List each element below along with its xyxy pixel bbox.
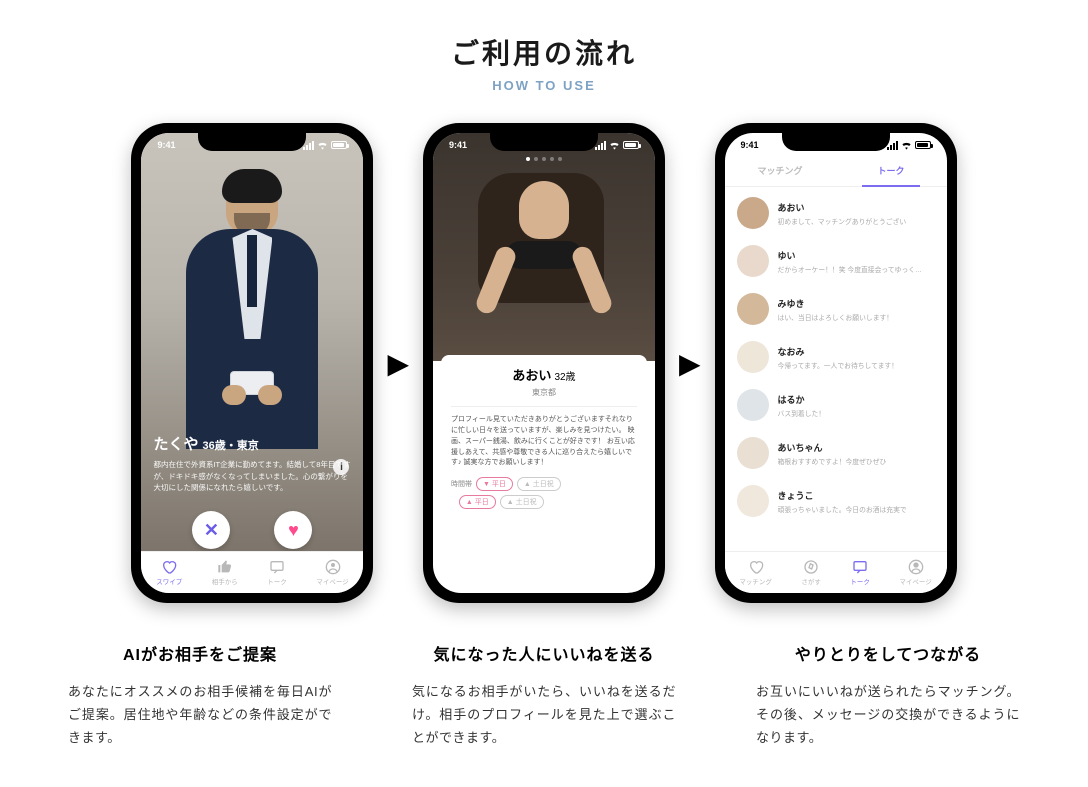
chat-icon: [269, 559, 285, 575]
like-button[interactable]: ♥: [274, 511, 312, 549]
tab-talk[interactable]: トーク: [850, 559, 870, 586]
profile-location: 東京都: [451, 387, 637, 398]
step-3: やりとりをしてつながる お互いにいいねが送られたらマッチング。その後、メッセージ…: [756, 641, 1020, 749]
chat-name: あいちゃん: [778, 441, 935, 454]
heart-icon: [161, 559, 177, 575]
phone-mockup-2: 9:41 あおい32歳 東京都 プロフィール見ていただきありがとうございますそれ…: [423, 123, 665, 603]
bottom-nav: スワイプ 相手から トーク マイページ: [141, 551, 363, 593]
step-2: 気になった人にいいねを送る 気になるお相手がいたら、いいねを送るだけ。相手のプロ…: [412, 641, 676, 749]
tag-row: 時間帯 ▼ 平日 ▲ 土日祝: [451, 477, 637, 491]
page-title: ご利用の流れ: [50, 32, 1038, 72]
avatar: [737, 437, 769, 469]
step-body: お互いにいいねが送られたらマッチング。その後、メッセージの交換ができるようになり…: [756, 681, 1020, 749]
chat-preview: 頑張っちゃいました。今日のお酒は充実で: [778, 504, 935, 514]
chat-preview: 箱根おすすめですよ！今度ぜひぜひ: [778, 456, 935, 466]
chat-name: なおみ: [778, 345, 935, 358]
chat-name: ゆい: [778, 249, 935, 262]
step-title: やりとりをしてつながる: [756, 641, 1020, 665]
arrow-icon: ▶: [387, 347, 409, 380]
chat-preview: はい、当日はよろしくお願いします！: [778, 312, 935, 322]
reject-button[interactable]: ✕: [192, 511, 230, 549]
profile-age: 32歳: [554, 372, 575, 383]
step-body: あなたにオススメのお相手候補を毎日AIがご提案。居住地や年齢などの条件設定ができ…: [68, 681, 332, 749]
wifi-icon: [609, 141, 620, 150]
chat-icon: [852, 559, 868, 575]
chat-preview: 今帰ってます。一人でお待ちしてます！: [778, 360, 935, 370]
chat-list: あおい初めまして、マッチングありがとうございゆいだからオーケー！！笑 今度直接会…: [725, 189, 947, 551]
compass-icon: [803, 559, 819, 575]
chat-item[interactable]: きょうこ頑張っちゃいました。今日のお酒は充実で: [725, 477, 947, 525]
tab-from[interactable]: 相手から: [212, 559, 238, 586]
status-time: 9:41: [741, 140, 759, 150]
step-1: AIがお相手をご提案 あなたにオススメのお相手候補を毎日AIがご提案。居住地や年…: [68, 641, 332, 749]
bottom-nav: マッチング さがす トーク マイページ: [725, 551, 947, 593]
chat-name: はるか: [778, 393, 935, 406]
tag-chip[interactable]: ▲ 土日祝: [517, 477, 561, 491]
avatar: [737, 245, 769, 277]
avatar: [737, 485, 769, 517]
tag-chip[interactable]: ▼ 平日: [476, 477, 513, 491]
tag-chip[interactable]: ▲ 平日: [459, 495, 496, 509]
chat-item[interactable]: なおみ今帰ってます。一人でお待ちしてます！: [725, 333, 947, 381]
chat-name: みゆき: [778, 297, 935, 310]
profile-bio: 都内在住で外資系IT企業に勤めてます。結婚して8年目ですが、ドキドキ感がなくなっ…: [153, 459, 351, 493]
avatar: [737, 197, 769, 229]
profile-photo[interactable]: [433, 133, 655, 361]
status-time: 9:41: [449, 140, 467, 150]
avatar: [737, 389, 769, 421]
chat-item[interactable]: はるかバス到着した！: [725, 381, 947, 429]
chat-preview: だからオーケー！！笑 今度直接会ってゆっく…: [778, 264, 935, 274]
heart-icon: [748, 559, 764, 575]
avatar: [737, 341, 769, 373]
wifi-icon: [317, 141, 328, 150]
chat-preview: 初めまして、マッチングありがとうござい: [778, 216, 935, 226]
tab-talk[interactable]: トーク: [267, 559, 287, 586]
tab-mypage[interactable]: マイページ: [316, 559, 348, 586]
avatar: [737, 293, 769, 325]
tab-matching[interactable]: マッチング: [739, 559, 772, 586]
step-title: AIがお相手をご提案: [68, 641, 332, 665]
wifi-icon: [901, 141, 912, 150]
profile-bio: プロフィール見ていただきありがとうございますそれなりに忙しい日々を送っていますが…: [451, 406, 637, 469]
chat-name: あおい: [778, 201, 935, 214]
tag-label: 時間帯: [451, 479, 472, 489]
profile-name: たくや: [153, 436, 198, 453]
user-icon: [325, 559, 341, 575]
chat-preview: バス到着した！: [778, 408, 935, 418]
step-title: 気になった人にいいねを送る: [412, 641, 676, 665]
tab-swipe[interactable]: スワイプ: [156, 559, 182, 586]
step-body: 気になるお相手がいたら、いいねを送るだけ。相手のプロフィールを見た上で選ぶことが…: [412, 681, 676, 749]
chat-name: きょうこ: [778, 489, 935, 502]
profile-name: あおい: [512, 368, 551, 383]
status-time: 9:41: [157, 140, 175, 150]
phone-mockup-1: 9:41 たくや 36歳・東京 都内在住で外資系IT企業に勤めてます。結婚して8年…: [131, 123, 373, 603]
thumb-icon: [217, 559, 233, 575]
user-icon: [908, 559, 924, 575]
photo-pager-dots: [526, 157, 562, 161]
top-tab-talk[interactable]: トーク: [836, 157, 947, 186]
arrow-icon: ▶: [679, 347, 701, 380]
tab-mypage[interactable]: マイページ: [899, 559, 931, 586]
tag-chip[interactable]: ▲ 土日祝: [500, 495, 544, 509]
phone-mockup-3: 9:41 マッチング トーク あおい初めまして、マッチングありがとうございゆいだ…: [715, 123, 957, 603]
chat-item[interactable]: あおい初めまして、マッチングありがとうござい: [725, 189, 947, 237]
tab-search[interactable]: さがす: [801, 559, 821, 586]
chat-item[interactable]: あいちゃん箱根おすすめですよ！今度ぜひぜひ: [725, 429, 947, 477]
chat-item[interactable]: みゆきはい、当日はよろしくお願いします！: [725, 285, 947, 333]
profile-meta: 36歳・東京: [202, 440, 258, 452]
chat-item[interactable]: ゆいだからオーケー！！笑 今度直接会ってゆっく…: [725, 237, 947, 285]
page-subtitle: HOW TO USE: [50, 78, 1038, 93]
top-tab-matching[interactable]: マッチング: [725, 157, 836, 186]
